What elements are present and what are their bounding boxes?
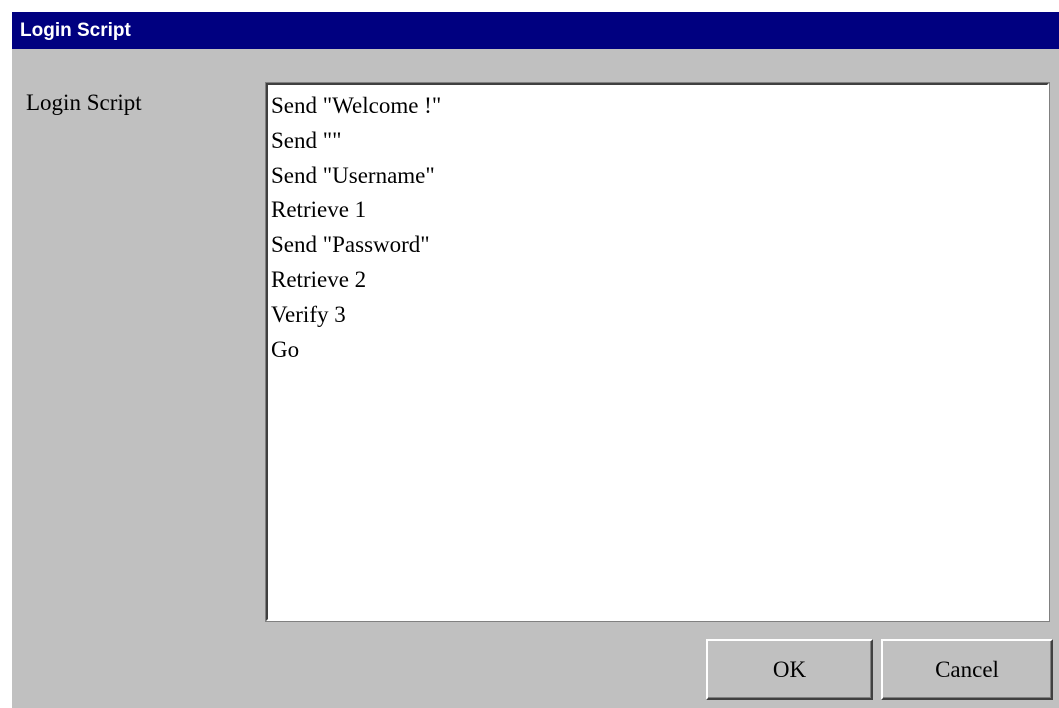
login-script-label: Login Script (26, 90, 142, 115)
login-script-textarea[interactable]: Send "Welcome !" Send "" Send "Username"… (265, 82, 1050, 622)
script-line: Send "" (271, 127, 342, 153)
script-line: Retrieve 2 (271, 266, 367, 292)
script-line: Send "Password" (271, 232, 430, 258)
cancel-button[interactable]: Cancel (881, 639, 1053, 700)
script-line: Go (271, 336, 300, 362)
ok-button[interactable]: OK (706, 639, 873, 700)
script-line: Verify 3 (271, 301, 346, 327)
script-line: Retrieve 1 (271, 197, 367, 223)
dialog-title-bar[interactable]: Login Script (12, 12, 1059, 49)
script-line: Send "Username" (271, 162, 435, 188)
login-script-dialog: Login Script Login Script Send "Welcome … (10, 10, 1059, 708)
script-line: Send "Welcome !" (271, 93, 442, 118)
